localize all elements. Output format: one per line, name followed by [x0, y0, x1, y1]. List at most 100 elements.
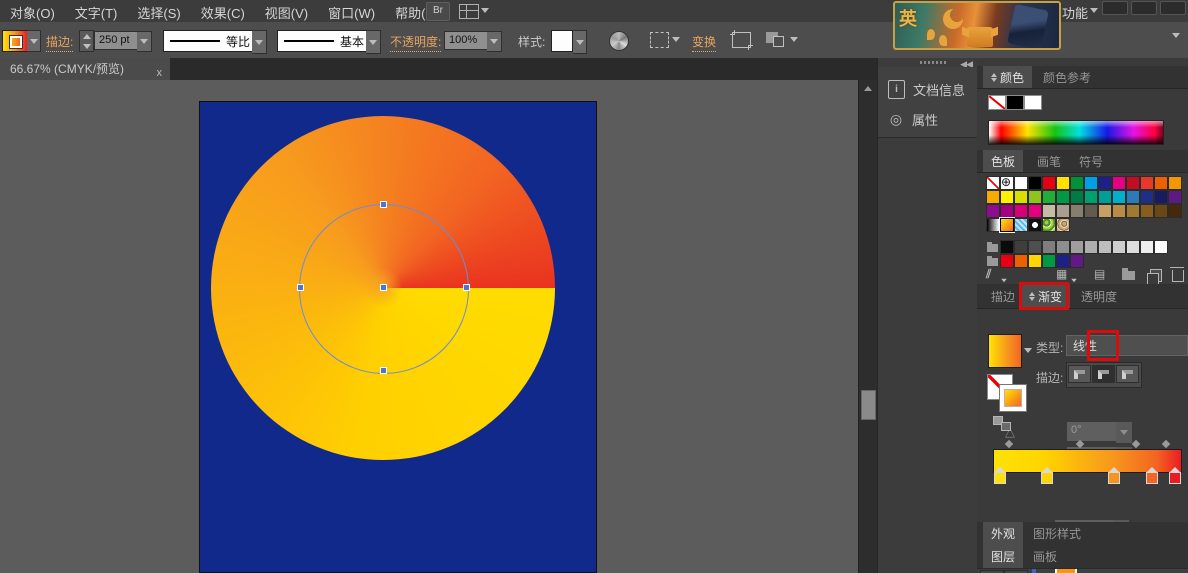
swatch[interactable] [1126, 176, 1140, 190]
swatch[interactable] [1168, 190, 1182, 204]
tab-brushes[interactable]: 画笔 [1029, 150, 1069, 172]
shape-modes-icon[interactable] [766, 32, 778, 43]
shape-modes-caret-icon[interactable] [790, 37, 798, 42]
swatch[interactable] [1140, 176, 1154, 190]
tab-swatches[interactable]: 色板 [983, 150, 1023, 172]
tab-appearance[interactable]: 外观 [983, 522, 1023, 545]
color-group-folder-icon[interactable] [986, 254, 1000, 268]
new-color-group-icon[interactable] [1122, 271, 1135, 280]
style-swatch[interactable] [551, 30, 573, 52]
document-tab[interactable]: 66.67% (CMYK/预览) x [0, 58, 170, 80]
gradient-stop-handle[interactable] [1146, 472, 1158, 487]
workspace-caret-icon[interactable] [1090, 8, 1098, 13]
swatch-gradient-bw[interactable] [986, 218, 1000, 232]
swatch[interactable] [1084, 176, 1098, 190]
tab-graphic-styles[interactable]: 图形样式 [1025, 522, 1089, 545]
swatch[interactable] [1084, 240, 1098, 254]
swatch-pattern[interactable] [1042, 218, 1056, 232]
gradient-stop-handle[interactable] [1169, 472, 1181, 487]
recolor-artwork-icon[interactable] [609, 31, 629, 51]
swatch-pattern[interactable] [1014, 218, 1028, 232]
swatch-libraries-icon[interactable]: ⫽ [986, 267, 991, 281]
anchor-center[interactable] [380, 284, 387, 291]
anchor-left[interactable] [297, 284, 304, 291]
style-dropdown[interactable] [573, 30, 587, 54]
swatch[interactable] [1000, 190, 1014, 204]
swatch[interactable] [1168, 204, 1182, 218]
swatch[interactable] [1014, 190, 1028, 204]
tab-artboards[interactable]: 画板 [1025, 545, 1065, 568]
new-swatch-icon[interactable] [1150, 269, 1162, 282]
swatch[interactable] [1112, 190, 1126, 204]
swatch[interactable] [1000, 254, 1014, 268]
anchor-top[interactable] [380, 201, 387, 208]
menu-item[interactable]: 对象(O) [0, 0, 65, 22]
swatch[interactable] [1112, 240, 1126, 254]
panel-expand-icon[interactable] [991, 73, 997, 82]
swatch[interactable] [1154, 176, 1168, 190]
swatch[interactable] [1098, 190, 1112, 204]
stroke-color-swatch[interactable] [2, 30, 28, 52]
swatch[interactable] [1154, 204, 1168, 218]
swatch[interactable] [1070, 240, 1084, 254]
gradient-thumbnail-caret-icon[interactable] [1024, 348, 1032, 353]
arrange-documents-icon[interactable] [459, 4, 479, 19]
swatch[interactable] [1140, 240, 1154, 254]
opacity-link[interactable]: 不透明度: [390, 33, 441, 52]
swatch[interactable] [1042, 190, 1056, 204]
select-similar-caret-icon[interactable] [672, 37, 680, 42]
window-maximize-button[interactable] [1131, 1, 1157, 15]
game-ad-banner[interactable]: 英 [893, 1, 1061, 50]
tab-color-guide[interactable]: 颜色参考 [1035, 66, 1099, 88]
swatch[interactable] [1014, 240, 1028, 254]
stroke-width-dropdown[interactable] [137, 31, 152, 52]
menu-item[interactable]: 文字(T) [65, 0, 128, 22]
reverse-gradient-icon[interactable] [993, 416, 1011, 430]
width-profile-select[interactable]: 等比 [163, 30, 253, 52]
swatch[interactable] [1126, 190, 1140, 204]
swatch[interactable] [1154, 190, 1168, 204]
swatch[interactable] [1154, 240, 1168, 254]
swatch-options-icon[interactable]: ▤ [1094, 267, 1105, 281]
swatch-none[interactable] [986, 176, 1000, 190]
gradient-type-select[interactable]: 线性 [1066, 335, 1188, 356]
swatch[interactable] [1140, 204, 1154, 218]
gradient-slider-bar[interactable] [993, 449, 1182, 473]
gradient-midpoint-handle[interactable] [1162, 440, 1170, 448]
swatch-registration[interactable] [1000, 176, 1014, 190]
delete-swatch-icon[interactable] [1172, 270, 1184, 282]
swatch[interactable] [1000, 240, 1014, 254]
swatch[interactable] [1042, 176, 1056, 190]
menu-item[interactable]: 效果(C) [191, 0, 255, 22]
artboard[interactable] [199, 101, 597, 573]
swatch[interactable] [1112, 176, 1126, 190]
stroke-gradient-proxy[interactable] [999, 384, 1027, 412]
transform-link[interactable]: 变换 [692, 33, 716, 52]
gradient-along-stroke-button[interactable] [1092, 365, 1115, 383]
gradient-angle-dropdown[interactable] [1116, 421, 1133, 444]
menu-item[interactable]: 选择(S) [127, 0, 190, 22]
swatch[interactable] [986, 204, 1000, 218]
brush-definition-select[interactable]: 基本 [277, 30, 367, 52]
swatch[interactable] [1070, 204, 1084, 218]
swatch[interactable] [1098, 176, 1112, 190]
swatch[interactable] [1014, 176, 1028, 190]
stroke-link[interactable]: 描边: [46, 33, 73, 52]
swatch[interactable] [1042, 204, 1056, 218]
isolate-selected-icon[interactable] [732, 32, 751, 48]
gradient-midpoint-handle[interactable] [1132, 440, 1140, 448]
panel-expand-icon[interactable] [1029, 292, 1035, 301]
bridge-button[interactable]: Br [426, 2, 450, 21]
swatch[interactable] [1098, 240, 1112, 254]
dock-grip[interactable] [920, 61, 948, 64]
gradient-midpoint-handle[interactable] [1005, 440, 1013, 448]
canvas-vertical-scrollbar[interactable] [858, 80, 877, 573]
gradient-stop-handle[interactable] [994, 472, 1006, 487]
canvas-area[interactable] [0, 80, 858, 573]
window-close-button[interactable] [1160, 1, 1186, 15]
document-info-button[interactable]: i 文档信息 [888, 77, 974, 101]
swatch-gradient-selected[interactable] [1000, 218, 1014, 232]
tab-layers[interactable]: 图层 [983, 545, 1023, 568]
tab-color[interactable]: 颜色 [983, 66, 1032, 88]
swatch[interactable] [1168, 176, 1182, 190]
